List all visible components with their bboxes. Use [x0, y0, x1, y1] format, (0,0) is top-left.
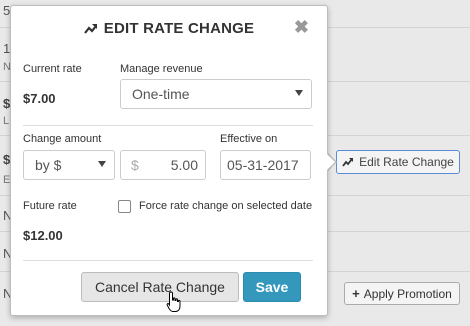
manage-revenue-value: One-time [132, 86, 190, 102]
divider [23, 125, 313, 126]
apply-promotion-button[interactable]: + Apply Promotion [344, 282, 460, 305]
save-button[interactable]: Save [243, 272, 301, 302]
chevron-down-icon [98, 161, 106, 167]
edit-rate-change-popover: EDIT RATE CHANGE ✖ Current rate $7.00 Ma… [10, 5, 328, 316]
amount-prefix: $ [131, 157, 139, 173]
change-type-value: by $ [35, 157, 62, 173]
apply-promotion-label: Apply Promotion [363, 286, 452, 301]
cancel-rate-change-button[interactable]: Cancel Rate Change [81, 272, 239, 302]
effective-on-value: 05-31-2017 [227, 157, 299, 173]
row-subtext: L [3, 115, 10, 127]
trend-up-icon [83, 23, 97, 34]
change-amount-label: Change amount [23, 133, 102, 145]
force-change-label: Force rate change on selected date [139, 200, 313, 212]
popover-header: EDIT RATE CHANGE [11, 6, 327, 50]
manage-revenue-select[interactable]: One-time [120, 79, 312, 109]
current-rate-value: $7.00 [23, 91, 56, 106]
hand-cursor-icon [166, 291, 181, 312]
trend-up-icon [342, 158, 354, 167]
amount-value: 5.00 [170, 157, 198, 173]
chevron-down-icon [295, 90, 303, 96]
current-rate-label: Current rate [23, 63, 82, 75]
edit-rate-change-label: Edit Rate Change [359, 155, 454, 169]
future-rate-value: $12.00 [23, 228, 63, 243]
effective-on-label: Effective on [220, 133, 278, 145]
plus-icon: + [352, 286, 360, 301]
popover-arrow-fill [327, 154, 335, 170]
close-icon[interactable]: ✖ [294, 17, 309, 38]
change-type-select[interactable]: by $ [23, 150, 115, 180]
popover-title: EDIT RATE CHANGE [103, 19, 255, 37]
future-rate-label: Future rate [23, 200, 77, 212]
force-change-checkbox[interactable] [118, 200, 131, 213]
edit-rate-change-button[interactable]: Edit Rate Change [336, 150, 460, 174]
divider [23, 260, 313, 261]
amount-input[interactable]: $ 5.00 [120, 150, 206, 180]
effective-on-input[interactable]: 05-31-2017 [220, 150, 311, 180]
manage-revenue-label: Manage revenue [120, 63, 203, 75]
